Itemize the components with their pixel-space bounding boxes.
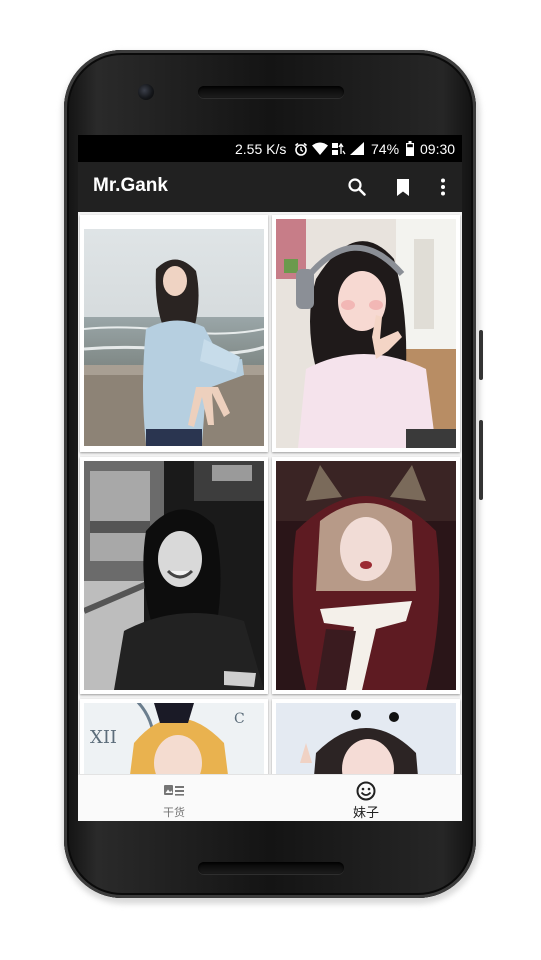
- svg-text:XII: XII: [90, 727, 117, 748]
- pigtails-photo: [276, 703, 456, 774]
- search-icon[interactable]: [345, 175, 369, 199]
- photo-card[interactable]: [80, 215, 268, 452]
- bottom-speaker: [198, 862, 344, 874]
- tab-label: 干货: [163, 806, 185, 819]
- network-speed: 2.55 K/s: [235, 141, 287, 157]
- volume-button: [479, 330, 483, 380]
- blonde-photo: XII C: [84, 703, 264, 774]
- photo-image: [276, 461, 456, 690]
- clock: 09:30: [420, 141, 456, 157]
- headphones-photo: [276, 219, 456, 448]
- photo-card[interactable]: [272, 457, 460, 694]
- more-vert-icon[interactable]: [431, 175, 455, 199]
- tab-ganhuo[interactable]: 干货: [78, 775, 270, 821]
- top-speaker: [198, 86, 344, 98]
- photo-card[interactable]: [80, 457, 268, 694]
- tab-label: 妹子: [352, 806, 379, 821]
- bottom-navigation: 干货 妹子: [78, 774, 462, 821]
- photo-image: [84, 229, 264, 446]
- status-bar: 2.55 K/s 74% 09:30: [78, 135, 462, 162]
- cosplay-photo: [276, 461, 456, 690]
- power-button: [479, 420, 483, 500]
- photo-image: [276, 219, 456, 448]
- beach-photo: [84, 229, 264, 446]
- photo-image: [84, 461, 264, 690]
- screen: 2.55 K/s 74% 09:30 Mr.Gank XII C 干货 妹子: [78, 135, 462, 821]
- app-bar: Mr.Gank: [78, 162, 462, 212]
- svg-text:C: C: [234, 711, 245, 727]
- tab-meizi[interactable]: 妹子: [270, 775, 462, 821]
- photo-card[interactable]: XII C: [80, 699, 268, 774]
- network-type-icon: [332, 142, 346, 155]
- photo-card[interactable]: [272, 215, 460, 452]
- app-title: Mr.Gank: [93, 175, 168, 196]
- train-photo: [84, 461, 264, 690]
- battery-icon: [406, 141, 414, 156]
- wifi-icon: [312, 142, 328, 155]
- photo-image: [276, 703, 456, 774]
- front-camera: [138, 84, 154, 100]
- photo-image: XII C: [84, 703, 264, 774]
- alarm-icon: [295, 142, 307, 156]
- article-icon: [164, 785, 184, 796]
- bookmark-icon[interactable]: [391, 175, 415, 199]
- photo-grid[interactable]: XII C: [78, 212, 462, 774]
- photo-card[interactable]: [272, 699, 460, 774]
- smiley-icon: [356, 781, 376, 801]
- battery-percent: 74%: [371, 141, 400, 157]
- signal-icon: [350, 142, 364, 155]
